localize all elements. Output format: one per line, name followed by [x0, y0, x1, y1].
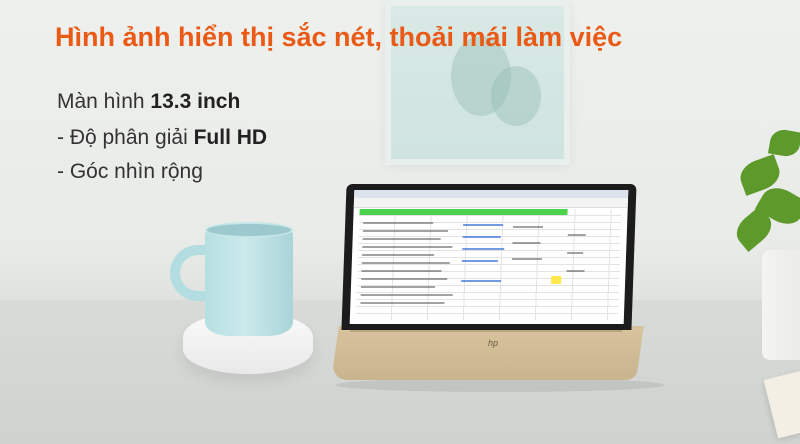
- mug: [205, 228, 293, 336]
- plant-leaf: [767, 127, 800, 159]
- laptop-logo: hp: [488, 338, 499, 348]
- mug-rim: [205, 222, 293, 238]
- feature-resolution: - Độ phân giải Full HD: [57, 126, 268, 149]
- laptop-shadow: [335, 378, 665, 392]
- feature-viewing-angle: - Góc nhìn rộng: [57, 160, 203, 183]
- spreadsheet-toolbar: [353, 198, 629, 208]
- highlighted-cell: [551, 276, 562, 284]
- laptop-screen-spreadsheet: [349, 190, 629, 324]
- product-banner: Hình ảnh hiển thị sắc nét, thoải mái làm…: [0, 0, 800, 444]
- spreadsheet-header-row: [359, 209, 568, 215]
- laptop-base: [331, 326, 644, 380]
- laptop-lid: [341, 184, 637, 330]
- headline: Hình ảnh hiển thị sắc nét, thoải mái làm…: [55, 22, 623, 52]
- plant-pot: [762, 250, 800, 360]
- feature-screen-size: Màn hình 13.3 inch: [57, 90, 241, 113]
- browser-tabs: [354, 190, 629, 198]
